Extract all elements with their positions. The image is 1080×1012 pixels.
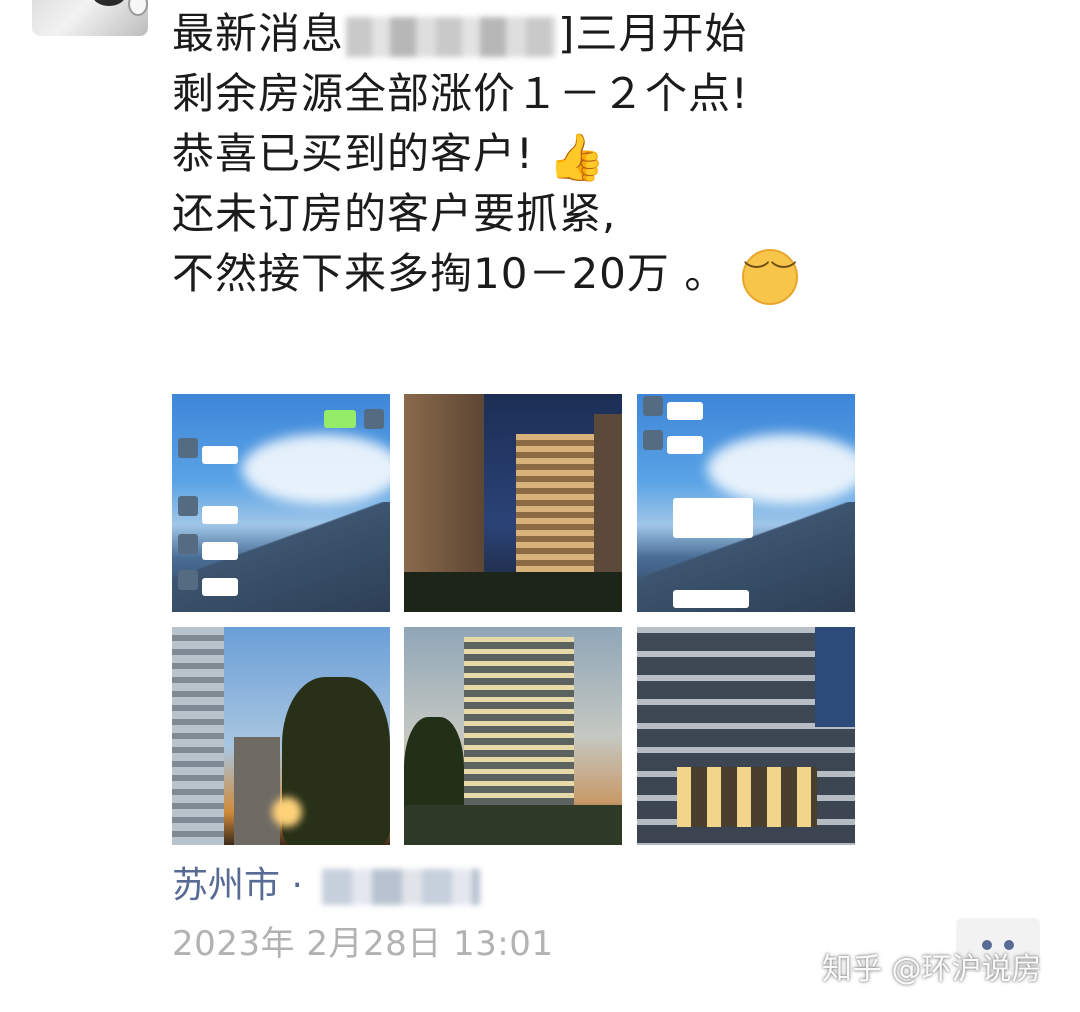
post-line-3: 恭喜已买到的客户! 👍 bbox=[172, 124, 872, 184]
chat-avatar bbox=[178, 534, 198, 554]
location-city: 苏州市 bbox=[172, 865, 281, 906]
redacted-blur bbox=[346, 16, 557, 57]
photo-detail bbox=[815, 627, 855, 727]
photo-thumbnail[interactable] bbox=[172, 627, 390, 845]
avatar[interactable] bbox=[32, 0, 148, 36]
photo-thumbnail[interactable] bbox=[637, 627, 855, 845]
photo-detail bbox=[677, 767, 817, 827]
post-line-5: 不然接下来多掏10－20万 。 ︶︶ bbox=[172, 244, 872, 305]
watermark: 知乎 @环沪说房 bbox=[822, 952, 1042, 987]
thumbs-up-icon: 👍 bbox=[548, 129, 607, 184]
redacted-blur bbox=[322, 869, 481, 905]
location-separator: · bbox=[280, 865, 315, 906]
photo-detail bbox=[234, 737, 280, 845]
chat-bubble bbox=[667, 402, 703, 420]
chat-avatar bbox=[178, 438, 198, 458]
chat-avatar bbox=[178, 496, 198, 516]
photo-detail bbox=[272, 797, 302, 827]
photo-thumbnail[interactable] bbox=[637, 394, 855, 612]
photo-detail bbox=[404, 805, 622, 845]
chat-avatar bbox=[364, 409, 384, 429]
post-text: 最新消息 ]三月开始 剩余房源全部涨价１－２个点! 恭喜已买到的客户! 👍 还未订… bbox=[172, 4, 872, 305]
post-line-1: 最新消息 ]三月开始 bbox=[172, 4, 872, 64]
post-line-4: 还未订房的客户要抓紧, bbox=[172, 189, 617, 238]
post-text-segment: 不然接下来多掏10－20万 。 bbox=[172, 249, 728, 298]
photo-thumbnail[interactable] bbox=[404, 627, 622, 845]
photo-detail bbox=[242, 434, 390, 504]
avatar-shape bbox=[128, 0, 148, 16]
photo-detail bbox=[464, 637, 574, 807]
post-text-segment: ]三月开始 bbox=[558, 9, 748, 58]
pensive-face-icon: ︶︶ bbox=[741, 248, 798, 305]
chat-avatar bbox=[643, 430, 663, 450]
chat-bubble bbox=[202, 578, 238, 596]
avatar-shape bbox=[92, 0, 126, 6]
chat-bubble bbox=[673, 498, 753, 538]
post-text-segment: 恭喜已买到的客户! bbox=[172, 129, 534, 178]
photo-thumbnail[interactable] bbox=[172, 394, 390, 612]
photo-thumbnail[interactable] bbox=[404, 394, 622, 612]
photo-detail bbox=[707, 434, 855, 504]
post-text-segment: 最新消息 bbox=[172, 9, 345, 58]
chat-bubble bbox=[324, 410, 356, 428]
chat-avatar bbox=[178, 570, 198, 590]
photo-detail bbox=[172, 627, 224, 845]
chat-bubble bbox=[202, 446, 238, 464]
chat-bubble bbox=[202, 506, 238, 524]
post-line-2: 剩余房源全部涨价１－２个点! bbox=[172, 69, 749, 118]
chat-avatar bbox=[643, 396, 663, 416]
chat-bubble bbox=[202, 542, 238, 560]
photo-detail bbox=[404, 572, 622, 612]
chat-bubble bbox=[667, 436, 703, 454]
post-timestamp: 2023年 2月28日 13:01 bbox=[172, 924, 554, 964]
location-link[interactable]: 苏州市 · bbox=[172, 856, 481, 916]
chat-bubble bbox=[673, 590, 749, 608]
